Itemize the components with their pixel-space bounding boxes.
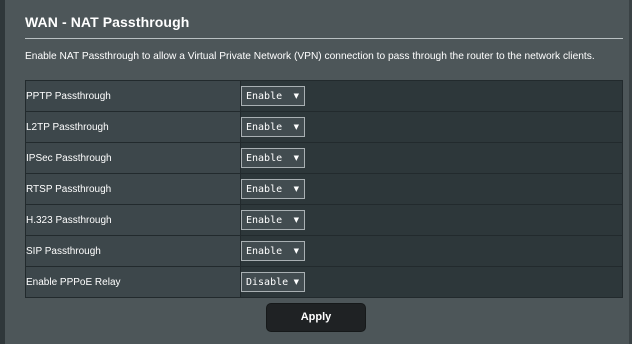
apply-button[interactable]: Apply [266, 303, 366, 332]
setting-label-ipsec: IPSec Passthrough [25, 142, 241, 174]
page-title: WAN - NAT Passthrough [25, 14, 190, 30]
apply-container: Apply [0, 303, 632, 332]
setting-control-sip: Enable ▼ [240, 235, 623, 267]
ipsec-passthrough-select[interactable]: Enable ▼ [241, 148, 305, 168]
chevron-down-icon: ▼ [293, 185, 299, 193]
setting-label-rtsp: RTSP Passthrough [25, 173, 241, 205]
settings-page: WAN - NAT Passthrough Enable NAT Passthr… [5, 0, 629, 344]
select-value: Enable [246, 245, 283, 257]
table-row: Enable PPPoE Relay Disable ▼ [25, 266, 623, 298]
table-row: RTSP Passthrough Enable ▼ [25, 173, 623, 205]
select-value: Enable [246, 214, 283, 226]
h323-passthrough-select[interactable]: Enable ▼ [241, 210, 305, 230]
rtsp-passthrough-select[interactable]: Enable ▼ [241, 179, 305, 199]
select-value: Enable [246, 152, 283, 164]
setting-control-pppoe-relay: Disable ▼ [240, 266, 623, 298]
select-value: Disable [246, 276, 289, 288]
select-value: Enable [246, 121, 283, 133]
table-row: SIP Passthrough Enable ▼ [25, 235, 623, 267]
setting-label-l2tp: L2TP Passthrough [25, 111, 241, 143]
table-row: H.323 Passthrough Enable ▼ [25, 204, 623, 236]
l2tp-passthrough-select[interactable]: Enable ▼ [241, 117, 305, 137]
chevron-down-icon: ▼ [293, 216, 299, 224]
setting-label-pptp: PPTP Passthrough [25, 80, 241, 112]
table-row: IPSec Passthrough Enable ▼ [25, 142, 623, 174]
setting-control-pptp: Enable ▼ [240, 80, 623, 112]
setting-control-rtsp: Enable ▼ [240, 173, 623, 205]
chevron-down-icon: ▼ [293, 154, 299, 162]
table-row: L2TP Passthrough Enable ▼ [25, 111, 623, 143]
setting-label-sip: SIP Passthrough [25, 235, 241, 267]
setting-label-pppoe-relay: Enable PPPoE Relay [25, 266, 241, 298]
setting-control-ipsec: Enable ▼ [240, 142, 623, 174]
chevron-down-icon: ▼ [293, 123, 299, 131]
setting-control-l2tp: Enable ▼ [240, 111, 623, 143]
nat-passthrough-panel: WAN - NAT Passthrough Enable NAT Passthr… [15, 8, 624, 344]
select-value: Enable [246, 90, 283, 102]
settings-table: PPTP Passthrough Enable ▼ L2TP Passthrou… [25, 80, 623, 298]
pppoe-relay-select[interactable]: Disable ▼ [241, 272, 305, 292]
setting-control-h323: Enable ▼ [240, 204, 623, 236]
setting-label-h323: H.323 Passthrough [25, 204, 241, 236]
chevron-down-icon: ▼ [293, 278, 299, 286]
table-row: PPTP Passthrough Enable ▼ [25, 80, 623, 112]
chevron-down-icon: ▼ [293, 92, 299, 100]
select-value: Enable [246, 183, 283, 195]
page-description: Enable NAT Passthrough to allow a Virtua… [25, 51, 595, 62]
title-divider [25, 38, 623, 39]
chevron-down-icon: ▼ [293, 247, 299, 255]
sip-passthrough-select[interactable]: Enable ▼ [241, 241, 305, 261]
pptp-passthrough-select[interactable]: Enable ▼ [241, 86, 305, 106]
